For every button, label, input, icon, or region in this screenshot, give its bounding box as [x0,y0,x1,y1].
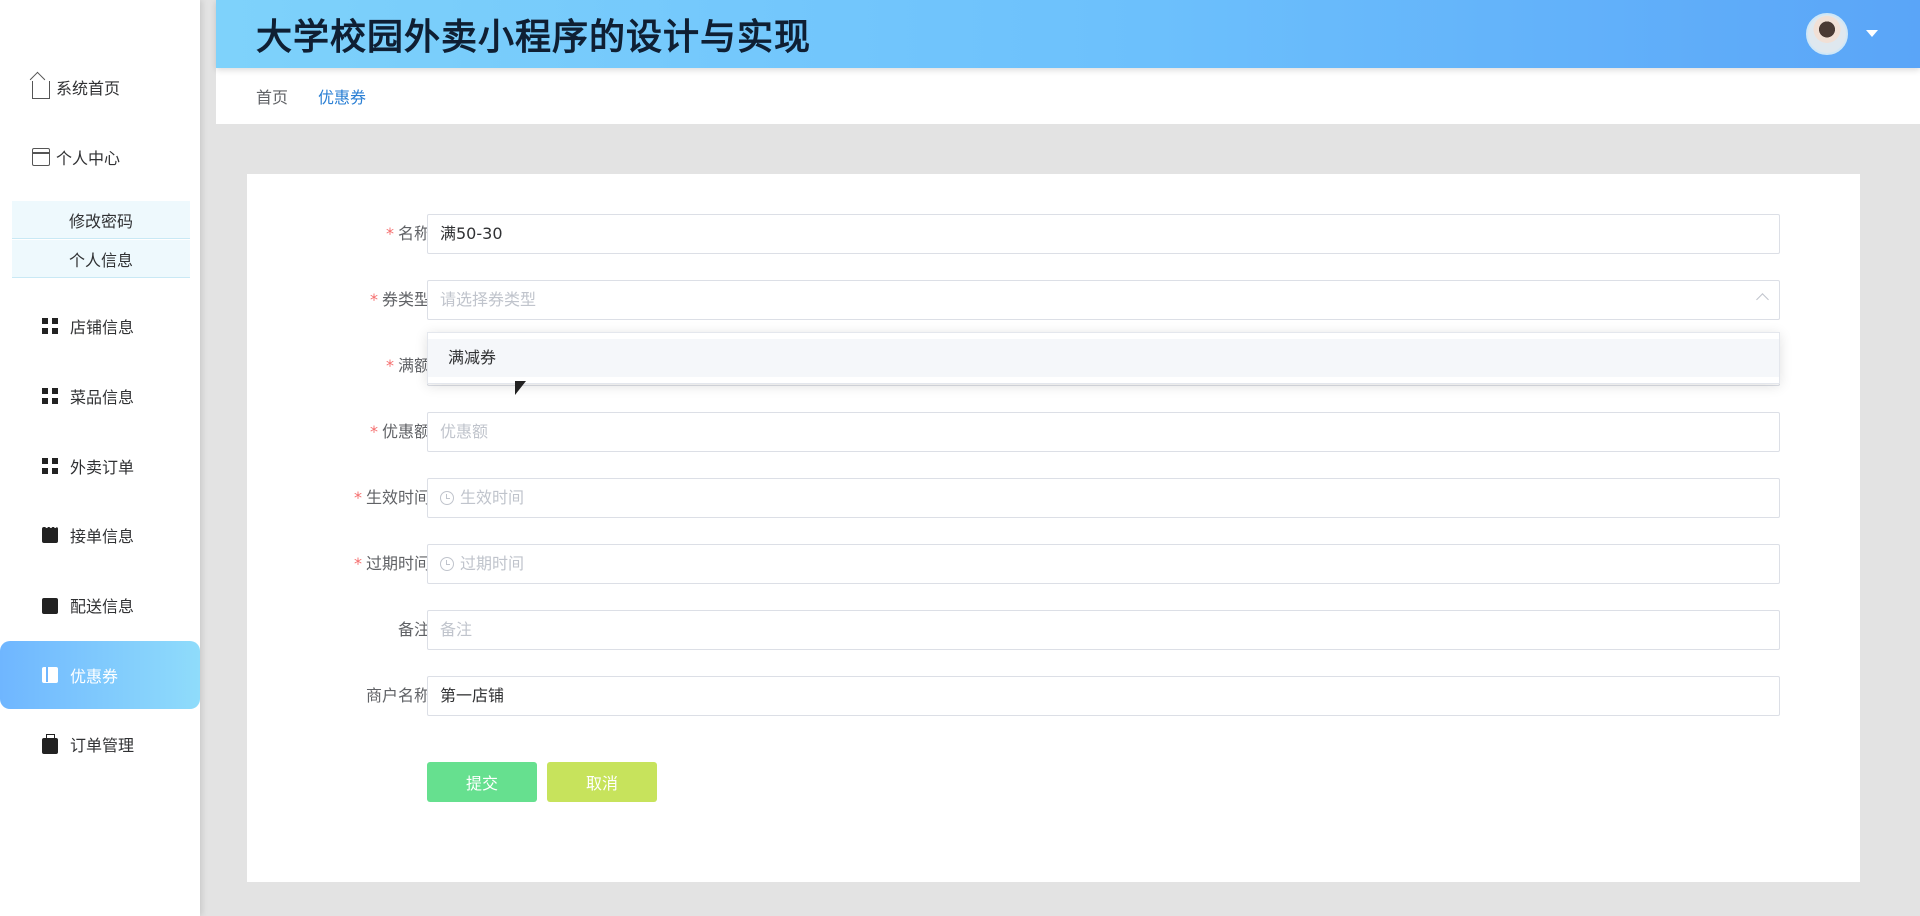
form-row-start-time: * 生效时间 生效时间 [247,478,1860,518]
discount-label: * 优惠额 [369,422,430,441]
threshold-label: * 满额 [385,356,430,375]
type-select-placeholder: 请选择券类型 [440,290,537,309]
sidebar-item-label: 店铺信息 [70,318,135,337]
submit-button[interactable]: 提交 [427,762,537,802]
chevron-up-icon [1756,293,1769,306]
sidebar-item-shop-info[interactable]: 店铺信息 [0,306,200,346]
end-time-picker[interactable]: 过期时间 [427,544,1780,584]
end-time-placeholder: 过期时间 [460,554,525,573]
sidebar-item-delivery-info[interactable]: 配送信息 [0,585,200,625]
start-time-picker[interactable]: 生效时间 [427,478,1780,518]
sidebar-item-label: 系统首页 [56,79,121,98]
sidebar-item-label: 订单管理 [70,736,135,755]
grid-icon [42,388,58,404]
grid-icon [42,318,58,334]
form-row-name: * 名称 满50-30 [247,214,1860,254]
start-time-label: * 生效时间 [353,488,430,507]
sidebar-item-label: 外卖订单 [70,458,135,477]
sidebar-item-personal-center[interactable]: 个人中心 [0,137,200,177]
start-time-placeholder: 生效时间 [460,488,525,507]
sidebar: 系统首页 个人中心 修改密码 个人信息 店铺信息 菜品信息 外卖订单 接单信息 … [0,0,200,916]
end-time-label: * 过期时间 [353,554,430,573]
form-row-discount: * 优惠额 优惠额 [247,412,1860,452]
sidebar-item-label: 接单信息 [70,527,135,546]
sidebar-subitem-change-password[interactable]: 修改密码 [12,201,190,239]
breadcrumb-current: 优惠券 [318,88,367,107]
briefcase-icon [42,733,58,754]
sidebar-item-takeout-orders[interactable]: 外卖订单 [0,446,200,486]
form-row-end-time: * 过期时间 过期时间 [247,544,1860,584]
note-input[interactable]: 备注 [427,610,1780,650]
sidebar-item-dish-info[interactable]: 菜品信息 [0,376,200,416]
sidebar-item-label: 个人信息 [68,250,133,270]
discount-input[interactable]: 优惠额 [427,412,1780,452]
chevron-down-icon[interactable] [1866,30,1878,37]
note-label: 备注 [397,620,430,639]
dropdown-option[interactable]: 满减券 [428,339,1779,377]
sidebar-item-accept-order-info[interactable]: 接单信息 [0,515,200,555]
book-icon [42,667,58,683]
grid-icon [42,458,58,474]
name-label: * 名称 [385,224,430,243]
clock-icon [440,557,454,571]
sidebar-item-order-management[interactable]: 订单管理 [0,724,200,764]
form-row-type: * 券类型 请选择券类型 [247,280,1860,320]
cancel-button[interactable]: 取消 [547,762,657,802]
app-title: 大学校园外卖小程序的设计与实现 [256,17,812,58]
breadcrumb: 首页 优惠券 [216,68,1920,124]
sidebar-item-label: 个人中心 [56,149,121,168]
merchant-label: 商户名称 [365,686,430,705]
merchant-input[interactable]: 第一店铺 [427,676,1780,716]
wallet-icon [42,598,58,614]
sidebar-item-label: 配送信息 [70,597,135,616]
sidebar-item-label: 优惠券 [70,667,119,686]
sidebar-item-label: 修改密码 [68,211,133,231]
sidebar-subitem-personal-info[interactable]: 个人信息 [12,240,190,278]
top-header: 大学校园外卖小程序的设计与实现 [216,0,1920,68]
clock-icon [440,491,454,505]
sidebar-item-coupons[interactable]: 优惠券 [0,641,200,709]
sidebar-item-home[interactable]: 系统首页 [0,67,200,107]
home-icon [32,81,50,99]
chat-icon [42,523,58,543]
type-dropdown: 满减券 [427,332,1780,384]
avatar[interactable] [1806,13,1848,55]
name-input[interactable]: 满50-30 [427,214,1780,254]
form-row-merchant: 商户名称 第一店铺 [247,676,1860,716]
type-select[interactable]: 请选择券类型 [427,280,1780,320]
sidebar-item-label: 菜品信息 [70,388,135,407]
card-icon [32,148,50,166]
form-row-note: 备注 备注 [247,610,1860,650]
type-label: * 券类型 [369,290,430,309]
breadcrumb-home[interactable]: 首页 [256,84,288,108]
coupon-form: * 名称 满50-30 * 券类型 请选择券类型 * 满额 * 优惠额 优惠额 * 生效时… [247,174,1860,882]
